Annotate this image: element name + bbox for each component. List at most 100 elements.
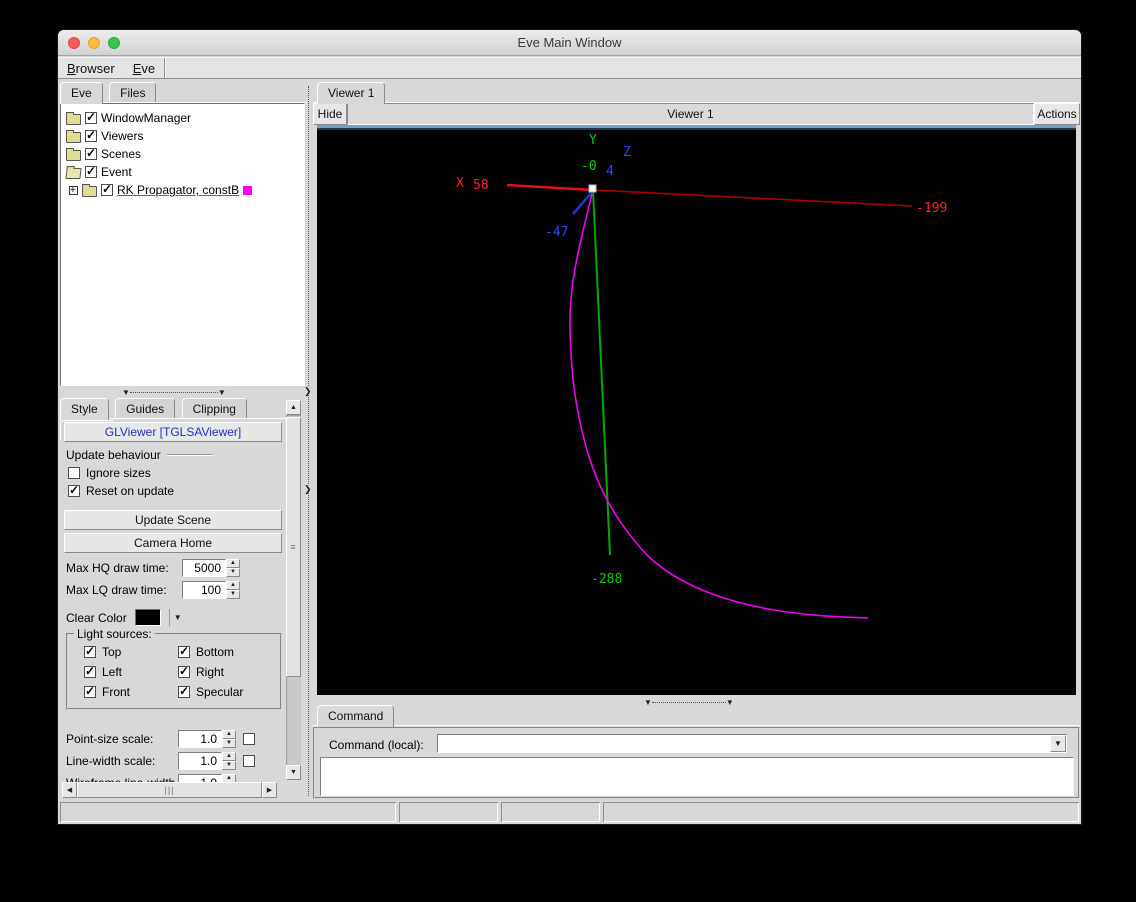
collapse-arrow-icon[interactable]: ❯ (304, 387, 312, 396)
ignore-sizes-row[interactable]: Ignore sizes (68, 466, 151, 480)
tree-label[interactable]: Event (101, 165, 132, 179)
combo-dropdown-icon[interactable]: ▼ (1050, 735, 1066, 752)
spin-down-icon[interactable]: ▼ (222, 739, 236, 748)
tree-view[interactable]: WindowManager Viewers Scenes Event RK Pr… (60, 103, 305, 386)
spin-down-icon[interactable]: ▼ (226, 568, 240, 577)
tree-splitter[interactable]: ▼ ▼ (122, 387, 242, 397)
tree-label[interactable]: WindowManager (101, 111, 191, 125)
max-hq-value[interactable]: 5000 (182, 559, 226, 577)
spin-up-icon[interactable]: ▲ (222, 752, 236, 761)
tab-eve[interactable]: Eve (60, 82, 103, 104)
window-title: Eve Main Window (517, 35, 622, 50)
light-front-row[interactable]: Front (84, 684, 130, 699)
light-specular-checkbox[interactable] (178, 684, 190, 698)
line-width-row: Line-width scale: 1.0 ▲ ▼ (66, 752, 255, 770)
spin-down-icon[interactable]: ▼ (226, 590, 240, 599)
command-input[interactable] (438, 735, 1050, 752)
update-scene-button[interactable]: Update Scene (64, 510, 282, 530)
point-size-stepper[interactable]: 1.0 ▲ ▼ (178, 730, 236, 748)
point-size-checkbox[interactable] (243, 733, 255, 745)
style-hscrollbar[interactable]: ◀ ||| ▶ (62, 782, 277, 798)
light-top-checkbox[interactable] (84, 644, 96, 658)
viewers-checkbox[interactable] (85, 128, 97, 142)
tree-label[interactable]: Scenes (101, 147, 141, 161)
light-front-checkbox[interactable] (84, 684, 96, 698)
group-line (166, 454, 213, 456)
line-width-checkbox[interactable] (243, 755, 255, 767)
max-lq-stepper[interactable]: 100 ▲ ▼ (182, 581, 240, 599)
clear-color-dropdown[interactable]: ▼ (168, 609, 182, 626)
light-top-row[interactable]: Top (84, 644, 121, 659)
light-bottom-checkbox[interactable] (178, 644, 190, 658)
tree-row-event[interactable]: Event (61, 163, 304, 181)
tree-row-rk-propagator[interactable]: RK Propagator, constB (61, 181, 304, 199)
hide-button[interactable]: Hide (313, 103, 347, 125)
clear-color-swatch[interactable] (134, 609, 161, 626)
light-left-row[interactable]: Left (84, 664, 122, 679)
tab-guides[interactable]: Guides (115, 398, 176, 418)
tab-clipping[interactable]: Clipping (181, 398, 247, 418)
windowmanager-checkbox[interactable] (85, 110, 97, 124)
light-left-checkbox[interactable] (84, 664, 96, 678)
actions-button[interactable]: Actions (1034, 103, 1080, 125)
collapse-arrow-icon[interactable]: ❯ (304, 485, 312, 494)
reset-on-update-checkbox[interactable] (68, 483, 80, 497)
ignore-sizes-checkbox[interactable] (68, 467, 80, 479)
light-specular-row[interactable]: Specular (178, 684, 243, 699)
tree-row-windowmanager[interactable]: WindowManager (61, 109, 304, 127)
gl-canvas[interactable]: Y -0 -288 Z 4 -47 X 58 -199 (317, 125, 1076, 695)
command-local-label: Command (local): (329, 738, 424, 752)
style-vscrollbar[interactable]: ▲ ≡ ▼ (286, 400, 301, 780)
command-panel: Command (local): ▼ (313, 727, 1080, 799)
track-curve (569, 193, 869, 619)
max-lq-value[interactable]: 100 (182, 581, 226, 599)
close-button[interactable] (68, 37, 80, 49)
viewer-header: Hide Viewer 1 Actions (313, 103, 1080, 125)
tree-row-viewers[interactable]: Viewers (61, 127, 304, 145)
minimize-button[interactable] (88, 37, 100, 49)
track-color-swatch[interactable] (243, 185, 253, 195)
reset-on-update-row[interactable]: Reset on update (68, 483, 174, 498)
light-right-checkbox[interactable] (178, 664, 190, 678)
scroll-up-icon[interactable]: ▲ (286, 400, 301, 415)
spin-up-icon[interactable]: ▲ (226, 581, 240, 590)
vscroll-thumb[interactable]: ≡ (286, 417, 301, 677)
event-checkbox[interactable] (85, 164, 97, 178)
tab-files[interactable]: Files (109, 82, 157, 102)
light-right-row[interactable]: Right (178, 664, 224, 679)
scenes-checkbox[interactable] (85, 146, 97, 160)
spin-up-icon[interactable]: ▲ (226, 559, 240, 568)
vscroll-track[interactable]: ≡ (286, 415, 301, 765)
line-width-stepper[interactable]: 1.0 ▲ ▼ (178, 752, 236, 770)
zoom-button[interactable] (108, 37, 120, 49)
tab-style[interactable]: Style (60, 398, 109, 420)
tab-command[interactable]: Command (317, 705, 395, 727)
tab-viewer-1[interactable]: Viewer 1 (317, 82, 386, 104)
camera-home-button[interactable]: Camera Home (64, 533, 282, 553)
point-size-value[interactable]: 1.0 (178, 730, 222, 748)
command-output[interactable] (320, 757, 1074, 796)
glviewer-button[interactable]: GLViewer [TGLSAViewer] (64, 422, 282, 442)
tree-label[interactable]: Viewers (101, 129, 143, 143)
titlebar[interactable]: Eve Main Window (58, 30, 1081, 56)
scroll-right-icon[interactable]: ▶ (262, 782, 277, 798)
command-combobox[interactable]: ▼ (437, 734, 1067, 753)
light-sources-group: Light sources: Top Bottom Left Right Fro… (66, 627, 282, 710)
rk-propagator-checkbox[interactable] (101, 182, 113, 196)
folder-icon (66, 129, 81, 143)
expand-icon[interactable] (69, 183, 78, 198)
menu-browser[interactable]: Browser (58, 59, 124, 78)
scroll-down-icon[interactable]: ▼ (286, 765, 301, 780)
tree-label[interactable]: RK Propagator, constB (117, 183, 239, 197)
line-width-value[interactable]: 1.0 (178, 752, 222, 770)
hscroll-track[interactable]: ||| (77, 782, 262, 798)
light-bottom-row[interactable]: Bottom (178, 644, 234, 659)
spin-down-icon[interactable]: ▼ (222, 761, 236, 770)
scroll-left-icon[interactable]: ◀ (62, 782, 77, 798)
gl-scene: Y -0 -288 Z 4 -47 X 58 -199 (456, 133, 947, 619)
hscroll-thumb[interactable]: ||| (77, 782, 262, 798)
tree-row-scenes[interactable]: Scenes (61, 145, 304, 163)
menu-eve[interactable]: Eve (124, 59, 164, 78)
max-hq-stepper[interactable]: 5000 ▲ ▼ (182, 559, 240, 577)
spin-up-icon[interactable]: ▲ (222, 730, 236, 739)
